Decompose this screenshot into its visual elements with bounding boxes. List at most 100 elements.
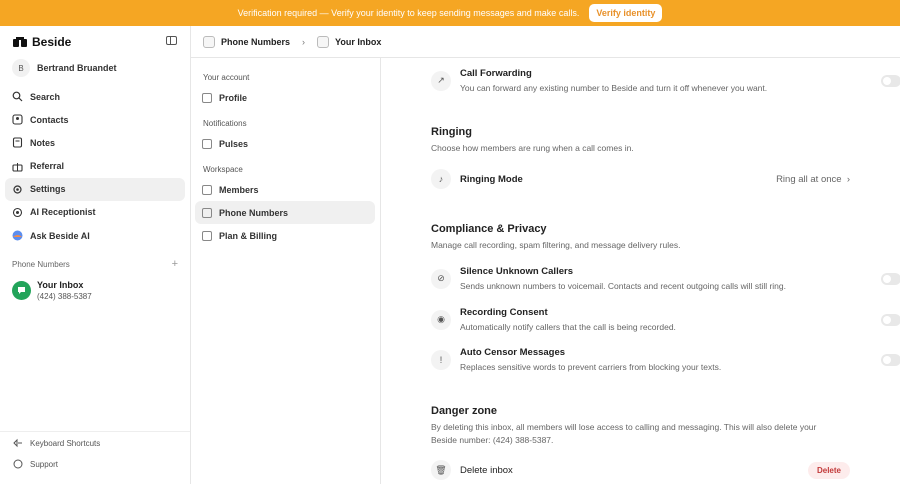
breadcrumb-label: Your Inbox: [335, 36, 382, 47]
row-title: Silence Unknown Callers: [460, 266, 573, 277]
sidebar-item-contacts[interactable]: Contacts: [5, 108, 185, 131]
silence-unknown-callers-toggle[interactable]: [881, 272, 900, 285]
sidebar-item-notes[interactable]: Notes: [5, 131, 185, 154]
sidebar-toggle-icon[interactable]: [166, 36, 177, 45]
sidebar-inbox-item[interactable]: Your Inbox (424) 388-5387: [12, 280, 92, 301]
section-desc-compliance: Manage call recording, spam filtering, a…: [431, 240, 681, 250]
notes-icon: [12, 137, 23, 148]
phone-numbers-icon: [203, 35, 215, 48]
settings-item-label: Phone Numbers: [219, 207, 289, 218]
row-desc: Sends unknown numbers to voicemail. Cont…: [460, 281, 786, 291]
auto-censor-toggle[interactable]: [881, 353, 900, 366]
support-link[interactable]: Support: [0, 454, 190, 474]
ai-receptionist-icon: [12, 207, 23, 218]
keyboard-icon: [12, 438, 23, 449]
silence-icon: ⊘: [431, 268, 451, 289]
row-title: Auto Censor Messages: [460, 347, 566, 358]
user-name: Bertrand Bruandet: [37, 63, 117, 73]
settings-item-pulses[interactable]: Pulses: [195, 132, 375, 155]
avatar: B: [12, 59, 30, 77]
phone-numbers-section-header: Phone Numbers +: [12, 259, 178, 270]
keyboard-shortcuts-link[interactable]: Keyboard Shortcuts: [0, 433, 190, 453]
billing-icon: [202, 230, 212, 241]
inbox-phone: (424) 388-5387: [37, 292, 92, 301]
section-label-account: Your account: [203, 73, 250, 82]
ringing-mode-select[interactable]: Ring all at once ›: [776, 174, 850, 185]
sidebar-item-ai-receptionist[interactable]: AI Receptionist: [5, 201, 185, 224]
bell-icon: ♪: [431, 169, 451, 189]
row-title: Delete inbox: [460, 464, 513, 476]
section-title-compliance: Compliance & Privacy: [431, 223, 547, 235]
auto-censor-row: ! Auto Censor Messages Replaces sensitiv…: [431, 347, 900, 372]
pulses-icon: [202, 138, 212, 149]
settings-item-phone-numbers[interactable]: Phone Numbers: [195, 201, 375, 224]
logo-icon: [13, 36, 27, 48]
section-title-ringing: Ringing: [431, 126, 472, 138]
section-desc-danger: By deleting this inbox, all members will…: [431, 422, 817, 445]
inbox-icon: [317, 35, 330, 48]
call-forwarding-toggle[interactable]: [881, 74, 900, 87]
row-desc: Replaces sensitive words to prevent carr…: [460, 362, 722, 372]
row-title: Call Forwarding: [460, 68, 532, 79]
phone-numbers-label: Phone Numbers: [12, 260, 70, 269]
settings-item-profile[interactable]: Profile: [195, 86, 375, 109]
settings-icon: [12, 184, 23, 195]
banner-text: Verification required — Verify your iden…: [237, 8, 580, 18]
breadcrumb-phone-numbers[interactable]: Phone Numbers: [203, 35, 291, 48]
silence-unknown-callers-row: ⊘ Silence Unknown Callers Sends unknown …: [431, 266, 900, 291]
logo-text: Beside: [32, 35, 72, 49]
sidebar-nav: Search Contacts Notes Referral Settings …: [5, 85, 185, 247]
sidebar-item-label: Notes: [30, 137, 56, 148]
breadcrumb: Phone Numbers › Your Inbox: [191, 26, 900, 58]
record-icon: ◉: [431, 309, 451, 330]
settings-item-label: Members: [219, 184, 259, 195]
verification-banner: Verification required — Verify your iden…: [0, 0, 900, 26]
verify-identity-button[interactable]: Verify identity: [589, 4, 663, 22]
sidebar-bottom: Keyboard Shortcuts Support: [0, 431, 190, 474]
inbox-avatar: [12, 281, 31, 300]
call-forwarding-icon: ↗: [431, 70, 451, 91]
support-icon: [12, 459, 23, 470]
settings-item-billing[interactable]: Plan & Billing: [195, 224, 375, 247]
sidebar-item-ask-beside-ai[interactable]: Ask Beside AI: [5, 224, 185, 247]
settings-item-label: Pulses: [219, 138, 249, 149]
recording-consent-toggle[interactable]: [881, 313, 900, 326]
bottom-item-label: Support: [30, 459, 59, 469]
sidebar-item-label: Ask Beside AI: [30, 230, 90, 241]
search-icon: [12, 91, 23, 102]
bottom-item-label: Keyboard Shortcuts: [30, 438, 101, 448]
sidebar-item-search[interactable]: Search: [5, 85, 185, 108]
row-desc: You can forward any existing number to B…: [460, 83, 768, 93]
settings-content: ↗ Call Forwarding You can forward any ex…: [381, 58, 900, 484]
censor-icon: !: [431, 349, 451, 370]
settings-item-label: Profile: [219, 92, 248, 103]
add-phone-number-icon[interactable]: +: [172, 259, 178, 270]
sidebar-item-referral[interactable]: Referral: [5, 155, 185, 178]
user-profile[interactable]: B Bertrand Bruandet: [12, 59, 117, 77]
row-title: Recording Consent: [460, 307, 548, 318]
sidebar: Beside B Bertrand Bruandet Search Contac…: [0, 26, 191, 484]
call-forwarding-row: ↗ Call Forwarding You can forward any ex…: [431, 68, 900, 93]
settings-item-members[interactable]: Members: [195, 178, 375, 201]
sidebar-item-label: Search: [30, 91, 61, 102]
members-icon: [202, 184, 212, 195]
row-desc: Automatically notify callers that the ca…: [460, 322, 676, 332]
contacts-icon: [12, 114, 23, 125]
breadcrumb-your-inbox[interactable]: Your Inbox: [317, 35, 382, 48]
profile-icon: [202, 92, 212, 103]
referral-icon: [12, 161, 23, 172]
settings-nav: Your account Profile Notifications Pulse…: [191, 58, 381, 484]
sidebar-item-label: Settings: [30, 184, 66, 195]
trash-icon: 🗑: [431, 460, 451, 480]
section-label-notifications: Notifications: [203, 119, 247, 128]
logo[interactable]: Beside: [13, 35, 71, 49]
row-title: Ringing Mode: [460, 173, 523, 185]
delete-inbox-button[interactable]: Delete: [807, 462, 850, 479]
chevron-right-icon: ›: [844, 174, 850, 185]
phone-numbers-icon: [202, 207, 212, 218]
sidebar-item-settings[interactable]: Settings: [5, 177, 185, 201]
ringing-mode-value: Ring all at once: [776, 174, 842, 185]
section-title-danger: Danger zone: [431, 405, 498, 417]
breadcrumb-label: Phone Numbers: [221, 36, 291, 47]
sidebar-item-label: Referral: [30, 161, 65, 172]
